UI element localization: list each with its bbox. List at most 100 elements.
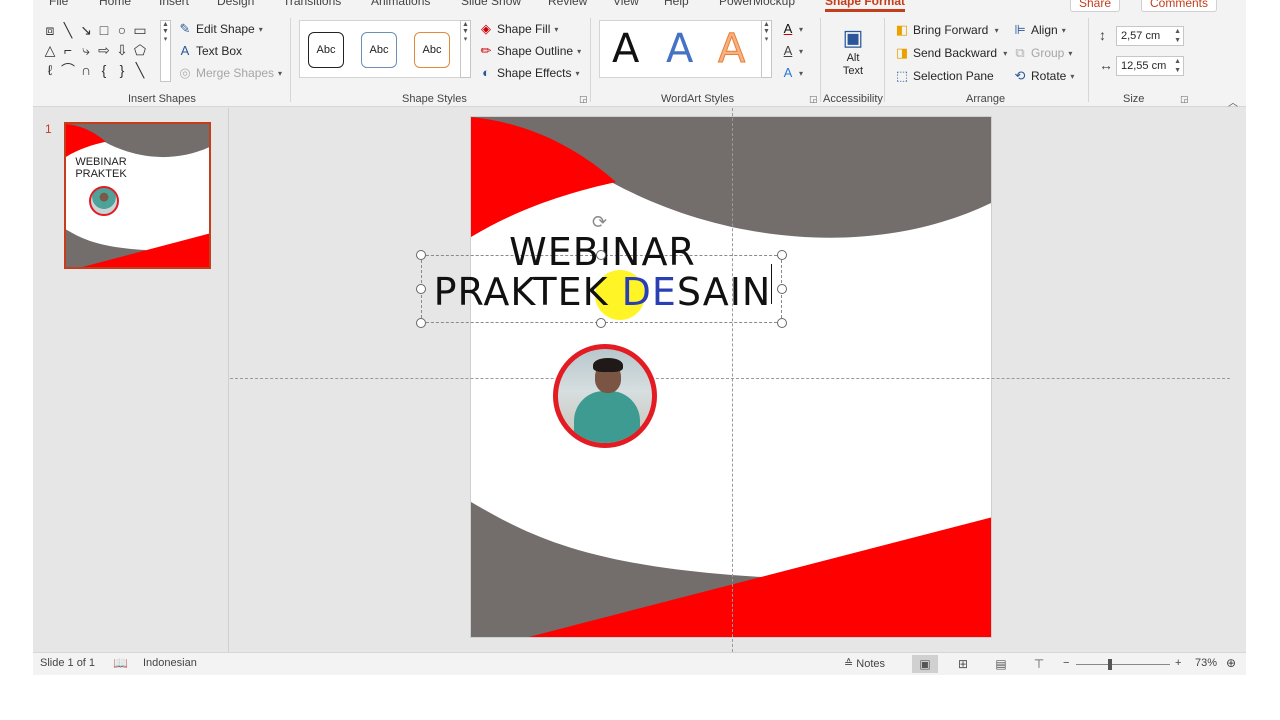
flowchart-shape-icon[interactable]: ⬠ [131,40,149,60]
shapes-gallery[interactable]: ⧈ ╲ ↘ □ ○ ▭ △ ⌐ ⤷ ⇨ ⇩ ⬠ ℓ ⌒ ∩ { } ╲ [41,20,169,82]
alt-text-button[interactable]: ▣ Alt Text [836,24,870,78]
rectangle-shape-icon[interactable]: □ [95,20,113,40]
comments-button[interactable]: Comments [1141,0,1218,12]
reading-view-button[interactable]: ▤ [988,655,1014,673]
slide-count: Slide 1 of 1 [40,657,96,669]
shapes-gallery-scroll[interactable]: ▲ ▼ ▾ [160,20,171,82]
arc-shape-icon[interactable]: ⌒ [59,60,77,80]
line-shape-icon[interactable]: ╲ [59,20,77,40]
elbow-arrow-icon[interactable]: ⤷ [77,40,95,60]
collapse-ribbon-icon[interactable]: ︿ [1228,94,1238,109]
shape-outline-button[interactable]: ✏ Shape Outline ▾ [479,42,582,60]
group-button[interactable]: ⧉ Group ▾ [1013,44,1072,62]
text-box-shape-icon[interactable]: ⧈ [41,20,59,40]
tab-slide-show[interactable]: Slide Show [461,0,521,8]
horizontal-smart-guide [230,378,1230,379]
zoom-slider-thumb[interactable] [1108,659,1112,670]
tab-insert[interactable]: Insert [159,0,189,8]
resize-handle-top-left[interactable] [416,250,426,260]
shape-effects-button[interactable]: ◐ Shape Effects ▾ [479,64,579,82]
resize-handle-top[interactable] [596,250,606,260]
shape-styles-gallery-scroll[interactable]: ▲ ▼ ▾ [460,20,471,78]
normal-view-button[interactable]: ▣ [912,655,938,673]
diagonal-line-shape-icon[interactable]: ╲ [131,60,149,80]
spellcheck-icon[interactable]: 📖 [113,656,128,670]
language-indicator[interactable]: Indonesian [143,657,197,669]
oval-shape-icon[interactable]: ○ [113,20,131,40]
notes-button[interactable]: ≙ Notes [844,657,885,670]
wordart-styles-gallery[interactable]: A A A [599,20,765,78]
tab-animations[interactable]: Animations [371,0,430,8]
down-arrow-shape-icon[interactable]: ⇩ [113,40,131,60]
speaker-photo[interactable] [553,344,657,448]
shape-style-preset-1[interactable]: Abc [308,32,344,68]
width-spinner[interactable]: ▲ ▼ [1174,57,1181,75]
slide-sorter-view-button[interactable]: ⊞ [950,655,976,673]
merge-shapes-button[interactable]: ◎ Merge Shapes ▾ [178,64,282,82]
slide[interactable] [470,116,992,638]
wordart-preset-orange[interactable]: A [717,27,745,72]
tab-file[interactable]: File [49,0,68,8]
freeform-shape-icon[interactable]: ℓ [41,60,59,80]
elbow-connector-icon[interactable]: ⌐ [59,40,77,60]
align-button[interactable]: ⊫ Align ▾ [1013,21,1065,39]
slide-thumbnail[interactable]: WEBINAR PRAKTEK [64,122,211,269]
zoom-out-button[interactable]: − [1063,657,1069,669]
resize-handle-bottom-left[interactable] [416,318,426,328]
slide-show-view-button[interactable]: ⊤ [1026,655,1052,673]
left-brace-shape-icon[interactable]: { [95,60,113,80]
size-launcher-icon[interactable]: ◲ [1180,94,1189,105]
triangle-shape-icon[interactable]: △ [41,40,59,60]
title-text-box[interactable]: WEBINAR PRAKTEK DESAIN [421,230,782,323]
wordart-gallery-scroll[interactable]: ▲ ▼ ▾ [761,20,772,78]
wordart-styles-launcher-icon[interactable]: ◲ [809,94,818,105]
curve-shape-icon[interactable]: ∩ [77,60,95,80]
rounded-rect-shape-icon[interactable]: ▭ [131,20,149,40]
send-backward-icon: ◨ [895,45,909,60]
arrow-line-shape-icon[interactable]: ↘ [77,20,95,40]
shape-width-input[interactable]: 12,55 cm ▲ ▼ [1116,56,1184,76]
send-backward-button[interactable]: ◨ Send Backward ▾ [895,44,1007,62]
selection-pane-button[interactable]: ⬚ Selection Pane [895,67,994,85]
rotate-handle-icon[interactable]: ⟳ [592,212,607,233]
text-outline-button[interactable]: A ▾ [781,42,803,60]
height-spinner[interactable]: ▲ ▼ [1174,27,1181,45]
shape-height-input[interactable]: 2,57 cm ▲ ▼ [1116,26,1184,46]
shape-styles-launcher-icon[interactable]: ◲ [579,94,588,105]
shape-fill-button[interactable]: ◈ Shape Fill ▾ [479,20,558,38]
resize-handle-right[interactable] [777,284,787,294]
text-effects-button[interactable]: A ▾ [781,64,803,82]
text-fill-button[interactable]: A ▾ [781,20,803,38]
tab-view[interactable]: View [613,0,639,8]
right-brace-shape-icon[interactable]: } [113,60,131,80]
tab-powermockup[interactable]: PowerMockup [719,0,795,8]
tab-shape-format[interactable]: Shape Format [825,0,905,8]
zoom-slider[interactable] [1076,664,1170,665]
resize-handle-bottom-right[interactable] [777,318,787,328]
wordart-preset-black[interactable]: A [612,27,639,71]
resize-handle-left[interactable] [416,284,426,294]
shape-style-preset-3[interactable]: Abc [414,32,450,68]
resize-handle-bottom[interactable] [596,318,606,328]
zoom-level[interactable]: 73% [1195,657,1217,669]
zoom-in-button[interactable]: + [1175,657,1181,669]
tab-home[interactable]: Home [99,0,131,8]
bring-forward-button[interactable]: ◧ Bring Forward ▾ [895,21,999,39]
shape-style-preset-2[interactable]: Abc [361,32,397,68]
bring-forward-icon: ◧ [895,22,909,37]
tab-review[interactable]: Review [548,0,587,8]
rotate-button[interactable]: ⟲ Rotate ▾ [1013,67,1075,85]
tab-design[interactable]: Design [217,0,254,8]
shape-outline-icon: ✏ [480,43,492,58]
fit-to-window-icon[interactable]: ⊕ [1226,656,1236,670]
shape-styles-gallery[interactable]: Abc Abc Abc [299,20,465,78]
right-arrow-shape-icon[interactable]: ⇨ [95,40,113,60]
tab-help[interactable]: Help [664,0,689,8]
share-button[interactable]: Share [1070,0,1121,12]
resize-handle-top-right[interactable] [777,250,787,260]
thumbnail-artwork [66,124,209,267]
wordart-preset-blue[interactable]: A [666,27,693,71]
tab-transitions[interactable]: Transitions [283,0,341,8]
text-box-button[interactable]: A Text Box [178,42,242,60]
edit-shape-button[interactable]: ✎ Edit Shape ▾ [178,20,263,38]
